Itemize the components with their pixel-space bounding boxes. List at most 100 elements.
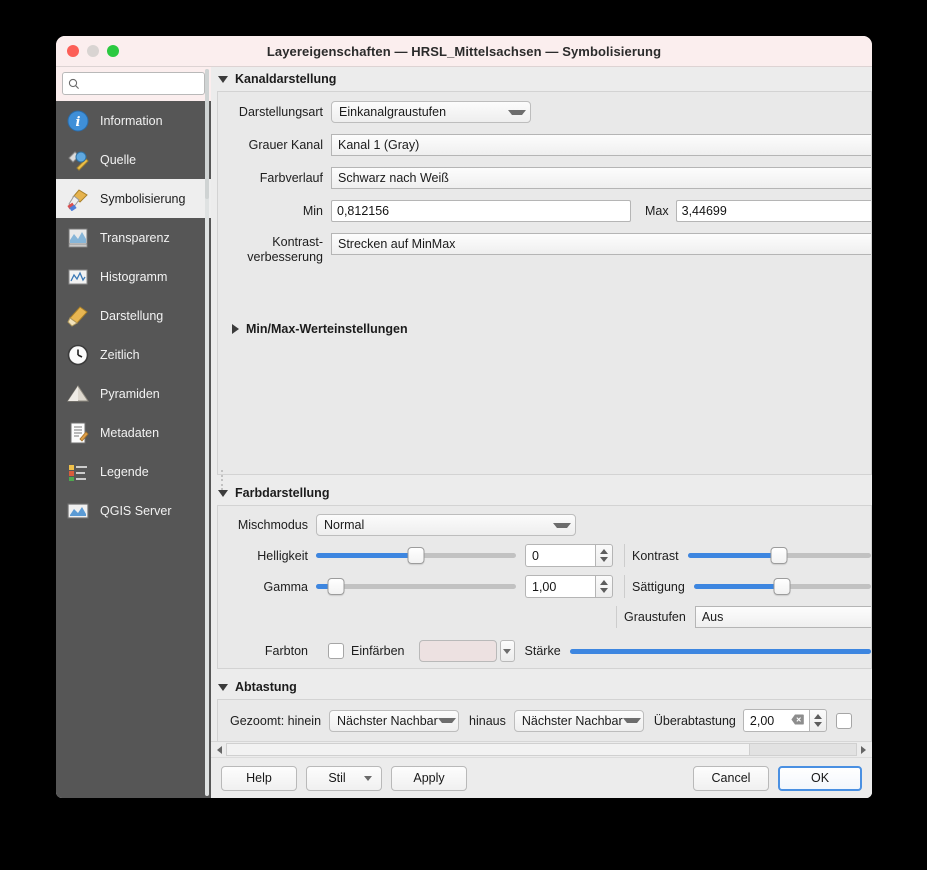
- colorize-checkbox[interactable]: [328, 643, 344, 659]
- help-button[interactable]: Help: [221, 765, 297, 791]
- contrast-enhancement-combo[interactable]: Strecken auf MinMax: [331, 233, 871, 255]
- strength-slider[interactable]: [569, 642, 871, 660]
- sidebar-item-quelle[interactable]: Quelle: [56, 140, 211, 179]
- pyramids-icon: [65, 381, 91, 407]
- oversampling-spinbox[interactable]: 2,00: [742, 709, 827, 732]
- zoom-button[interactable]: [107, 45, 119, 57]
- panel-splitter-handle[interactable]: [221, 470, 225, 490]
- min-label: Min: [302, 204, 323, 218]
- style-button-label: Stil: [328, 771, 346, 785]
- minimize-button[interactable]: [87, 45, 99, 57]
- chevron-down-icon: [508, 109, 526, 115]
- stepper-down-icon[interactable]: [813, 722, 822, 727]
- stepper-down-icon[interactable]: [600, 557, 608, 562]
- colorize-color-picker[interactable]: [418, 640, 515, 662]
- cancel-button[interactable]: Cancel: [693, 765, 769, 791]
- horizontal-scrollbar[interactable]: [211, 741, 872, 757]
- gamma-spinbox[interactable]: 1,00: [525, 575, 613, 598]
- sidebar-scrollbar[interactable]: [205, 67, 209, 798]
- sidebar-item-zeitlich[interactable]: Zeitlich: [56, 335, 211, 374]
- min-input[interactable]: 0,812156: [331, 200, 631, 222]
- search-icon: [68, 78, 79, 89]
- oversampling-label: Überabtastung: [653, 713, 736, 728]
- apply-button[interactable]: Apply: [391, 765, 467, 791]
- saturation-slider[interactable]: [693, 578, 871, 596]
- brightness-slider[interactable]: [316, 547, 516, 565]
- chevron-down-icon: [218, 683, 228, 691]
- scroll-right-button[interactable]: [857, 745, 870, 754]
- minmax-settings-group-header[interactable]: Min/Max-Werteinstellungen: [218, 317, 871, 341]
- title-bar: Layereigenschaften — HRSL_Mittelsachsen …: [56, 36, 872, 67]
- gray-band-combo[interactable]: Kanal 1 (Gray): [331, 134, 871, 156]
- divider: [624, 575, 625, 598]
- contrast-enhancement-value: Strecken auf MinMax: [338, 237, 456, 251]
- sidebar-item-darstellung[interactable]: Darstellung: [56, 296, 211, 335]
- svg-text:i: i: [76, 115, 81, 130]
- slider-fill: [316, 553, 416, 558]
- brightness-stepper[interactable]: [595, 544, 613, 567]
- sidebar-scrollbar-thumb[interactable]: [205, 69, 209, 199]
- color-rendering-group-header[interactable]: Farbdarstellung: [211, 481, 872, 505]
- gamma-slider[interactable]: [316, 578, 516, 596]
- zoomed-out-combo[interactable]: Nächster Nachbar: [513, 709, 644, 732]
- sidebar-item-metadaten[interactable]: Metadaten: [56, 413, 211, 452]
- window-title: Layereigenschaften — HRSL_Mittelsachsen …: [266, 43, 662, 59]
- sidebar-item-qgis-server[interactable]: QGIS Server: [56, 491, 211, 530]
- stepper-up-icon[interactable]: [600, 580, 608, 585]
- close-button[interactable]: [67, 45, 79, 57]
- color-gradient-combo[interactable]: Schwarz nach Weiß: [331, 167, 871, 189]
- oversampling-stepper[interactable]: [808, 709, 827, 732]
- blend-mode-combo[interactable]: Normal: [316, 514, 576, 536]
- resampling-group: Gezoomt: hinein Nächster Nachbar hinaus …: [217, 699, 872, 741]
- color-swatch[interactable]: [418, 640, 497, 662]
- style-button[interactable]: Stil: [306, 765, 382, 791]
- contrast-slider[interactable]: [687, 547, 871, 565]
- slider-thumb[interactable]: [770, 547, 788, 564]
- band-rendering-group-header[interactable]: Kanaldarstellung: [211, 67, 872, 91]
- slider-thumb[interactable]: [407, 547, 425, 564]
- slider-thumb[interactable]: [327, 578, 345, 595]
- sidebar-item-symbolisierung[interactable]: Symbolisierung: [56, 179, 211, 218]
- hue-label: Farbton: [264, 644, 308, 658]
- early-resampling-checkbox[interactable]: [835, 712, 852, 729]
- clear-icon[interactable]: [791, 714, 804, 725]
- zoomed-in-combo[interactable]: Nächster Nachbar: [329, 709, 460, 732]
- temporal-icon: [65, 342, 91, 368]
- max-input[interactable]: 3,44699: [675, 200, 871, 222]
- stepper-up-icon[interactable]: [600, 549, 608, 554]
- gamma-value[interactable]: 1,00: [525, 575, 595, 598]
- stepper-up-icon[interactable]: [813, 714, 822, 719]
- resampling-group-header[interactable]: Abtastung: [211, 675, 872, 699]
- information-icon: i: [65, 108, 91, 134]
- scrollbar-track[interactable]: [226, 743, 857, 756]
- render-type-combo[interactable]: Einkanalgraustufen: [331, 101, 531, 123]
- sidebar-item-pyramiden[interactable]: Pyramiden: [56, 374, 211, 413]
- color-rendering-group: Mischmodus Normal Helligkeit 0 Kontrast …: [217, 505, 872, 669]
- stepper-down-icon[interactable]: [600, 588, 608, 593]
- ok-button[interactable]: OK: [778, 765, 862, 791]
- grayscale-combo[interactable]: Aus: [694, 606, 871, 628]
- color-dropdown-button[interactable]: [499, 640, 515, 662]
- max-label: Max: [645, 204, 669, 218]
- chevron-left-icon: [217, 745, 222, 754]
- sidebar-item-information[interactable]: i Information: [56, 101, 211, 140]
- sidebar-item-legende[interactable]: Legende: [56, 452, 211, 491]
- oversampling-value: 2,00: [749, 713, 775, 728]
- color-rendering-title: Farbdarstellung: [235, 486, 330, 500]
- search-box[interactable]: [62, 72, 205, 95]
- scrollbar-thumb[interactable]: [227, 744, 751, 755]
- chevron-down-icon[interactable]: [364, 775, 372, 781]
- search-input[interactable]: [84, 76, 199, 91]
- symbology-icon: [65, 186, 91, 212]
- min-value: 0,812156: [337, 204, 390, 218]
- blend-mode-label: Mischmodus: [237, 518, 308, 532]
- scroll-left-button[interactable]: [213, 745, 226, 754]
- sidebar-item-transparenz[interactable]: Transparenz: [56, 218, 211, 257]
- slider-thumb[interactable]: [773, 578, 791, 595]
- brightness-spinbox[interactable]: 0: [525, 544, 613, 567]
- gamma-stepper[interactable]: [595, 575, 613, 598]
- brightness-value[interactable]: 0: [525, 544, 595, 567]
- layer-properties-dialog: Layereigenschaften — HRSL_Mittelsachsen …: [56, 36, 872, 798]
- gray-band-label: Grauer Kanal: [248, 138, 323, 152]
- sidebar-item-histogramm[interactable]: Histogramm: [56, 257, 211, 296]
